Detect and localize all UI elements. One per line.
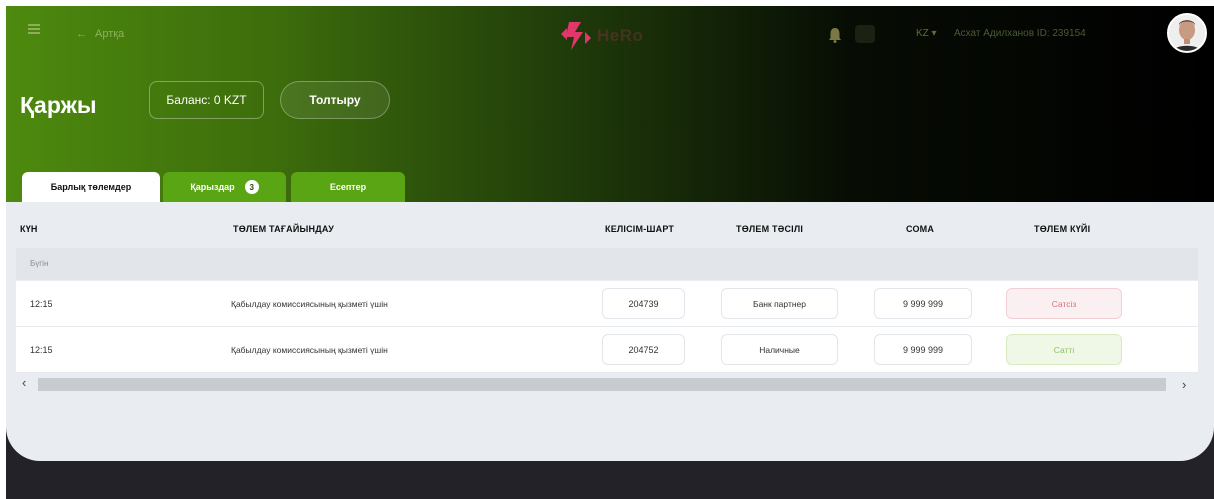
tab-label: Барлық төлемдер [50,182,132,192]
payment-purpose: Қабылдау комиссиясының қызметі үшін [231,299,388,309]
user-name[interactable]: Асхат Адилханов ID: 239154 [954,28,1086,39]
back-label: Артқа [95,28,125,40]
payment-method: Наличные [721,334,838,365]
bell-icon[interactable] [826,26,844,44]
chevron-right-icon[interactable]: › [1182,377,1186,392]
app-window: ← Артқа HeRo KZ ▾ Асхат Адилханов ID: 23… [6,6,1214,499]
tab-reports[interactable]: Есептер [291,172,405,202]
payment-time: 12:15 [30,299,53,309]
brand-name: HeRo [597,26,644,45]
status-badge: Сатсіз [1006,288,1122,319]
payments-panel: КҮН ТӨЛЕМ ТАҒАЙЫНДАУ КЕЛІСІМ-ШАРТ ТӨЛЕМ … [6,202,1214,461]
count-badge: 3 [244,180,259,194]
page-title: Қаржы [20,92,97,118]
payment-amount: 9 999 999 [874,334,972,365]
back-link[interactable]: ← Артқа [76,28,124,40]
column-header-status[interactable]: ТӨЛЕМ КҮЙІ [1034,224,1090,234]
horizontal-scrollbar[interactable]: ‹ › [16,375,1198,392]
payment-time: 12:15 [30,345,53,355]
chevron-left-icon[interactable]: ‹ [22,375,26,390]
hamburger-icon[interactable] [28,24,40,34]
table-row[interactable]: 12:15 Қабылдау комиссиясының қызметі үші… [16,327,1198,373]
column-header-amount[interactable]: СОМА [906,224,934,234]
tab-debts[interactable]: Қарыздар 3 [163,172,286,202]
avatar[interactable] [1167,13,1207,53]
payment-method: Банк партнер [721,288,838,319]
date-group-label: Бүгін [30,259,49,268]
column-header-date[interactable]: КҮН [20,224,38,234]
messages-icon[interactable] [855,25,875,43]
contract-number: 204739 [602,288,685,319]
column-header-purpose[interactable]: ТӨЛЕМ ТАҒАЙЫНДАУ [233,224,334,234]
language-selector[interactable]: KZ ▾ [916,28,937,39]
tab-label: Есептер [329,182,367,192]
balance-display: Баланс: 0 KZT [149,81,264,119]
language-label: KZ [916,28,929,39]
column-header-method[interactable]: ТӨЛЕМ ТӘСІЛІ [736,224,803,234]
topup-button[interactable]: Толтыру [280,81,390,119]
top-bar: ← Артқа HeRo KZ ▾ Асхат Адилханов ID: 23… [6,6,1214,66]
payment-amount: 9 999 999 [874,288,972,319]
avatar-image [1169,15,1205,51]
date-group-row: Бүгін [16,248,1198,280]
table-row[interactable]: 12:15 Қабылдау комиссиясының қызметі үші… [16,281,1198,327]
status-badge: Сатті [1006,334,1122,365]
payment-purpose: Қабылдау комиссиясының қызметі үшін [231,345,388,355]
arrow-left-icon: ← [76,27,87,40]
scrollbar-thumb[interactable] [38,378,1166,391]
tab-label: Қарыздар [190,182,235,192]
brand-logo[interactable]: HeRo [559,20,643,52]
brand-logo-mark [561,22,591,50]
tab-all-payments[interactable]: Барлық төлемдер [22,172,160,202]
contract-number: 204752 [602,334,685,365]
column-header-contract[interactable]: КЕЛІСІМ-ШАРТ [605,224,674,234]
